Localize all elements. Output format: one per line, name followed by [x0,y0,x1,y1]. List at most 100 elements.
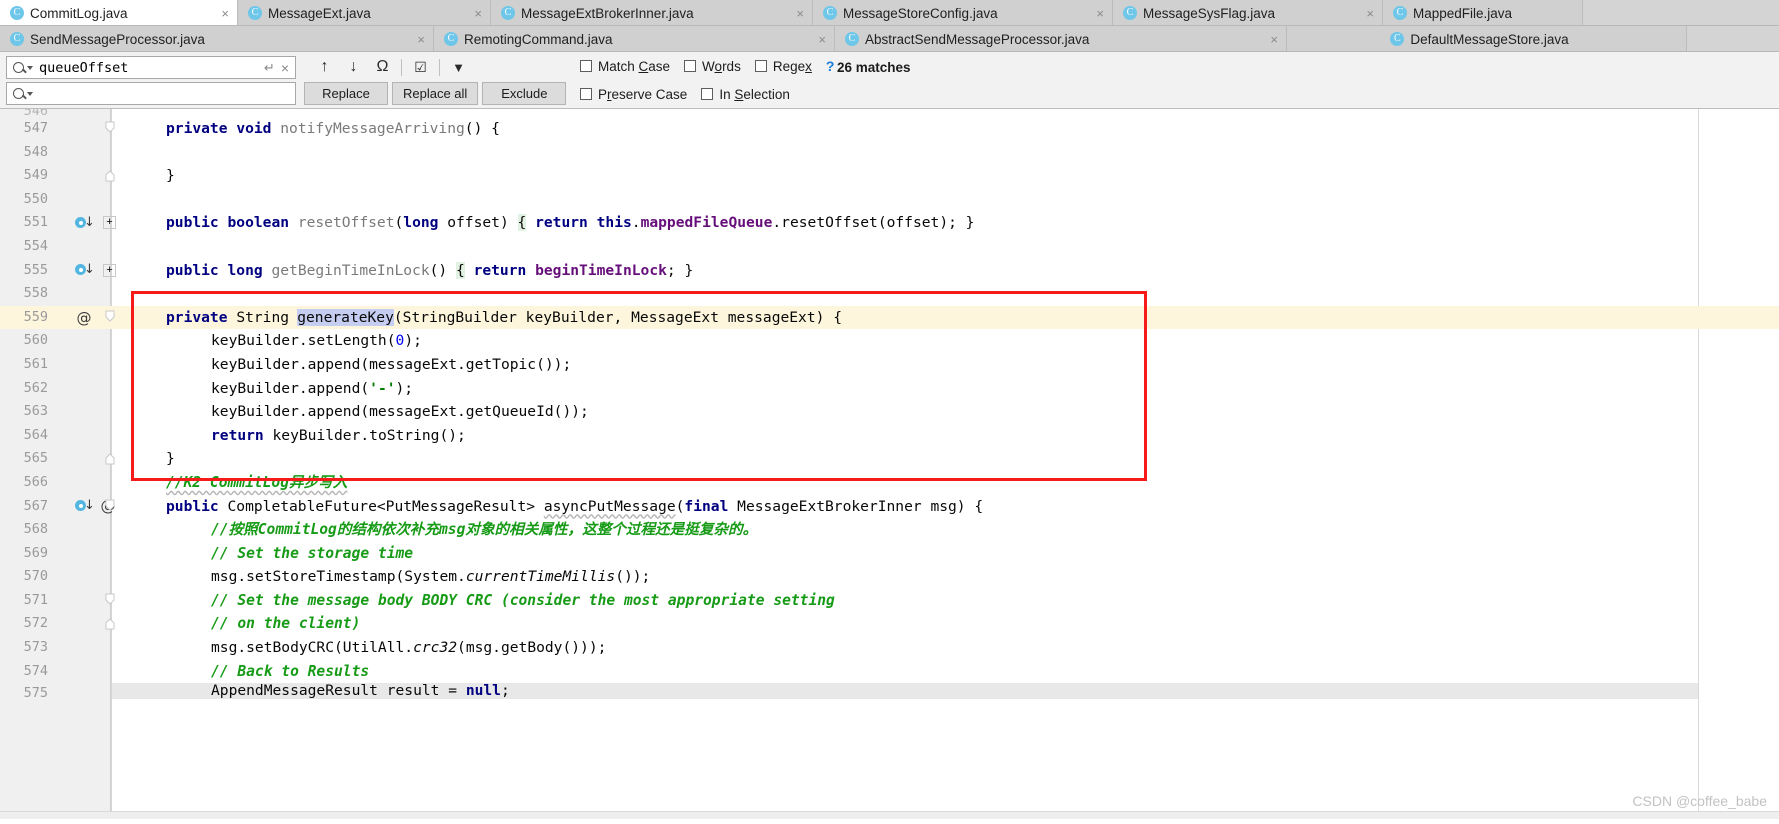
tab-sendmessageprocessor-java[interactable]: C SendMessageProcessor.java × [0,26,434,51]
enter-icon[interactable]: ↵ [264,60,275,76]
code-line-569[interactable]: 569 // Set the storage time [0,541,1779,566]
code-line-571[interactable]: 571 // Set the message body BODY CRC (co… [0,588,1779,613]
code-line-574[interactable]: 574 // Back to Results [0,659,1779,684]
fold-collapse-icon[interactable] [104,310,116,324]
replace-button-row: Replace Replace all Exclude [304,82,567,105]
checkbox-label: Words [702,58,741,74]
overridden-method-icon[interactable]: ↓ [72,259,96,283]
code-line-566[interactable]: 566 //K2 CommitLog异步写入 [0,470,1779,495]
tab-messagesysflag-java[interactable]: C MessageSysFlag.java × [1113,0,1383,25]
intention-bulb-icon[interactable] [128,309,140,326]
tab-remotingcommand-java[interactable]: C RemotingCommand.java × [434,26,835,51]
tab-close-icon[interactable]: × [792,7,804,20]
search-input[interactable]: queueOffset [39,60,264,76]
editor-tab-bar-row-2[interactable]: C SendMessageProcessor.java × C Remoting… [0,26,1779,52]
tab-close-icon[interactable]: × [413,33,425,46]
line-number: 568 [0,518,48,542]
code-line-560[interactable]: 560 keyBuilder.setLength(0); [0,329,1779,353]
replace-input-wrapper[interactable] [6,82,296,105]
code-line-555[interactable]: 555 ↓ + public long getBeginTimeInLock()… [0,258,1779,283]
code-line-564[interactable]: 564 return keyBuilder.toString(); [0,423,1779,448]
editor-tab-bar-row-1[interactable]: C CommitLog.java × C MessageExt.java × C… [0,0,1779,26]
checkbox-box[interactable] [580,88,592,100]
code-text: keyBuilder.setLength(0); [211,332,422,350]
java-class-icon: C [1123,6,1137,20]
code-line-559[interactable]: 559 @ private String generateKey(StringB… [0,305,1779,330]
checkbox-box[interactable] [754,60,767,72]
select-all-occurrences-icon[interactable]: ☑ [406,55,435,79]
checkbox-label: Match Case [598,58,671,74]
close-search-icon[interactable]: × [281,60,289,76]
tab-close-icon[interactable]: × [814,33,826,46]
chevron-down-icon[interactable] [27,91,33,96]
find-next-icon[interactable]: ↓ [339,55,368,79]
checkbox-box[interactable] [684,60,697,72]
code-line-572[interactable]: 572 // on the client) [0,612,1779,637]
code-line-568[interactable]: 568 //按照CommitLog的结构依次补充msg对象的相关属性，这整个过程… [0,518,1779,542]
annotation-at-icon[interactable]: @ [72,306,96,330]
checkbox-box[interactable] [580,60,592,72]
code-line-550[interactable]: 550 [0,187,1779,212]
tab-close-icon[interactable]: × [1362,7,1374,20]
line-number: 546 [0,109,48,117]
match-case-omega-icon[interactable]: Ω [368,55,397,79]
tab-commitlog-java[interactable]: C CommitLog.java × [0,0,238,25]
tab-close-icon[interactable]: × [217,7,229,20]
code-line-567[interactable]: 567 ↓ @ public CompletableFuture<PutMess… [0,494,1779,519]
code-line-558[interactable]: 558 [0,282,1779,306]
code-line-563[interactable]: 563 keyBuilder.append(messageExt.getQueu… [0,400,1779,424]
tab-messageext-java[interactable]: C MessageExt.java × [238,0,491,25]
tab-messagestoreconfig-java[interactable]: C MessageStoreConfig.java × [813,0,1113,25]
code-line-575[interactable]: 575 AppendMessageResult result = null; [0,683,1779,700]
exclude-button[interactable]: Exclude [482,82,567,105]
tab-close-icon[interactable]: × [470,7,482,20]
checkbox-box[interactable] [701,88,714,100]
overridden-method-icon[interactable]: ↓ [72,211,96,235]
code-line-551[interactable]: 551 ↓ + public boolean resetOffset(long … [0,211,1779,235]
tab-abstractsendmessageprocessor-java[interactable]: C AbstractSendMessageProcessor.java × [835,26,1287,51]
fold-end-icon[interactable] [104,451,116,465]
code-line-562[interactable]: 562 keyBuilder.append('-'); [0,376,1779,401]
fold-end-icon[interactable] [104,616,116,630]
code-line-548[interactable]: 548 [0,140,1779,165]
tab-close-icon[interactable]: × [1266,33,1278,46]
search-input-wrapper[interactable]: queueOffset ↵ × [6,56,296,79]
code-line-554[interactable]: 554 [0,234,1779,259]
java-class-icon: C [1390,32,1405,46]
tab-defaultmessagestore-java[interactable]: C DefaultMessageStore.java [1287,26,1687,51]
tab-messageextbrokerinner-java[interactable]: C MessageExtBrokerInner.java × [491,0,813,25]
line-number: 567 [0,494,48,519]
code-line-561[interactable]: 561 keyBuilder.append(messageExt.getTopi… [0,352,1779,377]
chevron-down-icon[interactable] [27,65,33,70]
line-number: 570 [0,565,48,589]
tab-mappedfile-java[interactable]: C MappedFile.java [1383,0,1583,25]
replace-button[interactable]: Replace [304,82,388,105]
help-icon[interactable]: ? [826,58,835,74]
tab-close-icon[interactable]: × [1092,7,1104,20]
code-editor[interactable]: 546 547 private void notifyMessageArrivi… [0,109,1779,819]
overridden-method-icon[interactable]: ↓ [72,495,96,519]
find-options-row-2: Preserve Case In Selection [580,80,834,108]
code-line-549[interactable]: 549 } [0,164,1779,188]
code-line-547[interactable]: 547 private void notifyMessageArriving()… [0,117,1779,141]
checkbox-in-selection[interactable]: In Selection [701,87,790,102]
checkbox-regex[interactable]: Regex [754,59,812,74]
code-line-565[interactable]: 565 } [0,447,1779,471]
fold-collapse-icon[interactable] [104,499,116,513]
fold-expand-icon[interactable]: + [103,216,116,230]
filter-icon[interactable]: ▼ [444,55,473,79]
checkbox-match-case[interactable]: Match Case [580,59,670,74]
fold-collapse-icon[interactable] [104,593,116,607]
java-class-icon: C [10,6,24,20]
line-number: 554 [0,234,48,259]
fold-collapse-icon[interactable] [104,121,116,135]
fold-end-icon[interactable] [104,168,116,182]
checkbox-words[interactable]: Words [684,59,741,74]
replace-all-button[interactable]: Replace all [392,82,479,105]
fold-expand-icon[interactable]: + [103,263,116,277]
code-line-570[interactable]: 570 msg.setStoreTimestamp(System.current… [0,565,1779,589]
code-text: keyBuilder.append('-'); [211,379,414,397]
find-previous-icon[interactable]: ↑ [310,55,339,79]
checkbox-preserve-case[interactable]: Preserve Case [580,87,687,102]
code-line-573[interactable]: 573 msg.setBodyCRC(UtilAll.crc32(msg.get… [0,636,1779,660]
